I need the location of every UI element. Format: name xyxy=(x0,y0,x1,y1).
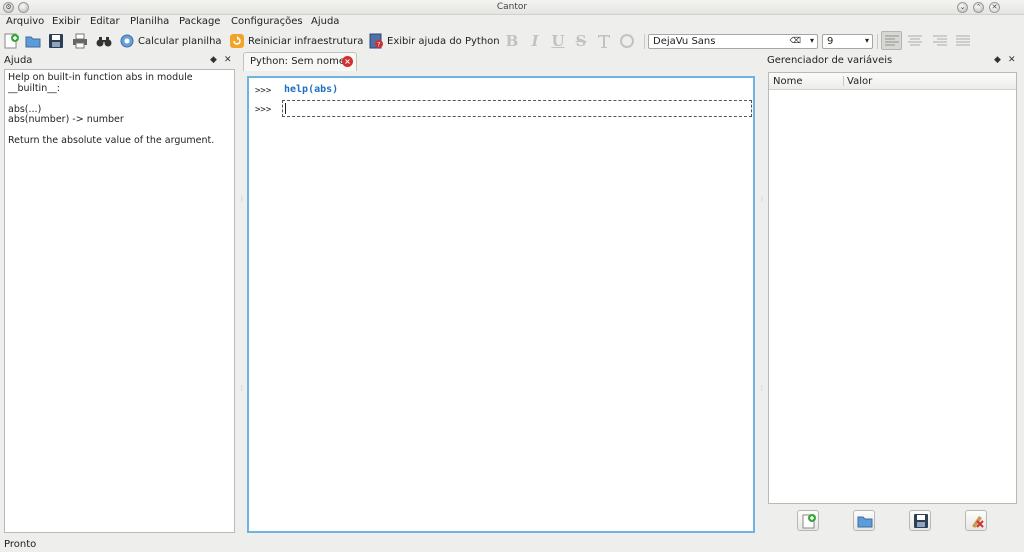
title-bar: ⚙ Cantor ⌄ ⌃ ✕ xyxy=(0,0,1024,15)
variables-table[interactable]: Nome Valor xyxy=(768,72,1017,504)
binoculars-icon xyxy=(96,33,112,49)
gear-icon xyxy=(119,33,135,49)
splitter-handle[interactable]: ⋮ xyxy=(759,385,765,392)
align-left-button[interactable] xyxy=(881,31,902,50)
status-text: Pronto xyxy=(4,539,37,550)
menu-package[interactable]: Package xyxy=(179,16,220,27)
save-variables-icon xyxy=(913,513,929,529)
clear-variables-icon xyxy=(969,513,985,529)
calculate-label: Calcular planilha xyxy=(138,35,222,47)
maximize-button[interactable]: ⌃ xyxy=(973,2,984,13)
restart-label: Reiniciar infraestrutura xyxy=(248,35,364,47)
column-header-name[interactable]: Nome xyxy=(773,76,803,87)
underline-button[interactable]: U xyxy=(550,33,566,49)
help-line: abs(number) -> number xyxy=(8,114,124,125)
print-icon xyxy=(72,33,88,49)
calculate-worksheet-button[interactable]: Calcular planilha xyxy=(119,32,222,50)
main-toolbar: Calcular planilha Reiniciar infraestrutu… xyxy=(0,30,1024,53)
menu-configuracoes[interactable]: Configurações xyxy=(231,16,303,27)
close-tab-icon[interactable]: × xyxy=(342,56,353,67)
help-line: __builtin__: xyxy=(8,82,60,94)
text-cursor xyxy=(285,103,286,114)
new-document-icon xyxy=(3,33,19,49)
open-folder-icon xyxy=(25,33,41,49)
command-input[interactable] xyxy=(282,100,752,117)
bold-button[interactable]: B xyxy=(504,33,520,49)
splitter-handle[interactable]: ⋮ xyxy=(239,196,245,203)
dock-float-icon[interactable]: ◆ xyxy=(994,55,1001,65)
text-highlight-icon[interactable] xyxy=(619,33,635,49)
splitter-handle[interactable]: ⋮ xyxy=(759,196,765,203)
variables-panel-title: Gerenciador de variáveis xyxy=(767,55,893,66)
column-header-value[interactable]: Valor xyxy=(847,76,872,87)
close-button[interactable]: ✕ xyxy=(989,2,1000,13)
clear-field-icon[interactable]: ⌫ xyxy=(790,36,801,45)
save-icon xyxy=(48,33,64,49)
open-button[interactable] xyxy=(25,32,41,50)
menu-planilha[interactable]: Planilha xyxy=(130,16,169,27)
load-variables-icon xyxy=(857,513,873,529)
chevron-down-icon: ▾ xyxy=(864,36,869,45)
restart-icon xyxy=(229,33,245,49)
align-right-button[interactable] xyxy=(932,33,948,49)
help-line xyxy=(8,94,231,105)
menu-ajuda[interactable]: Ajuda xyxy=(311,16,339,27)
toolbar-separator xyxy=(877,34,878,49)
column-divider[interactable] xyxy=(843,76,844,86)
font-family-combo[interactable]: DejaVu Sans ⌫ ▾ xyxy=(648,34,818,49)
find-button[interactable] xyxy=(96,32,112,50)
align-justify-button[interactable] xyxy=(955,33,971,49)
window-title: Cantor xyxy=(496,2,528,12)
toolbar-separator xyxy=(644,34,645,49)
help-panel-title: Ajuda xyxy=(4,55,33,66)
minimize-button[interactable]: ⌄ xyxy=(957,2,968,13)
prompt-label: >>> xyxy=(255,105,272,115)
load-variables-button[interactable] xyxy=(853,510,875,531)
help-panel: Help on built-in function abs in module … xyxy=(4,69,235,533)
tab-worksheet[interactable]: Python: Sem nome × xyxy=(243,52,357,71)
menu-bar: Arquivo Exibir Editar Planilha Package C… xyxy=(0,15,1024,30)
add-variable-button[interactable] xyxy=(797,510,819,531)
menu-arquivo[interactable]: Arquivo xyxy=(6,16,44,27)
variables-table-header: Nome Valor xyxy=(769,73,1016,90)
worksheet-area[interactable]: >>> help(abs) >>> xyxy=(247,76,755,533)
python-help-label: Exibir ajuda do Python xyxy=(387,35,500,47)
svg-text:?: ? xyxy=(377,42,380,49)
help-line: Return the absolute value of the argumen… xyxy=(8,135,215,146)
text-color-icon[interactable] xyxy=(596,33,612,49)
font-size-value: 9 xyxy=(827,36,834,47)
command-entry[interactable]: help(abs) xyxy=(284,84,338,95)
splitter-handle[interactable]: ⋮ xyxy=(239,385,245,392)
font-family-value: DejaVu Sans xyxy=(653,36,716,47)
prompt-label: >>> xyxy=(255,86,272,96)
font-size-combo[interactable]: 9 ▾ xyxy=(822,34,873,49)
clear-variables-button[interactable] xyxy=(965,510,987,531)
python-help-button[interactable]: ? Exibir ajuda do Python xyxy=(368,32,500,50)
dock-close-icon[interactable]: ✕ xyxy=(1008,55,1016,65)
menu-editar[interactable]: Editar xyxy=(90,16,120,27)
print-button[interactable] xyxy=(72,32,88,50)
dock-float-icon[interactable]: ◆ xyxy=(210,55,217,65)
save-variables-button[interactable] xyxy=(909,510,931,531)
restart-backend-button[interactable]: Reiniciar infraestrutura xyxy=(229,32,363,50)
tab-label: Python: Sem nome xyxy=(250,56,345,67)
strikethrough-button[interactable]: S xyxy=(573,33,589,49)
chevron-down-icon: ▾ xyxy=(809,36,814,45)
new-button[interactable] xyxy=(3,32,19,50)
save-button[interactable] xyxy=(48,32,64,50)
dock-close-icon[interactable]: ✕ xyxy=(224,55,232,65)
italic-button[interactable]: I xyxy=(527,33,543,49)
help-line: Help on built-in function abs in module xyxy=(8,72,193,83)
align-center-button[interactable] xyxy=(907,33,923,49)
help-book-icon: ? xyxy=(368,33,384,49)
menu-exibir[interactable]: Exibir xyxy=(52,16,80,27)
add-variable-icon xyxy=(801,513,817,529)
